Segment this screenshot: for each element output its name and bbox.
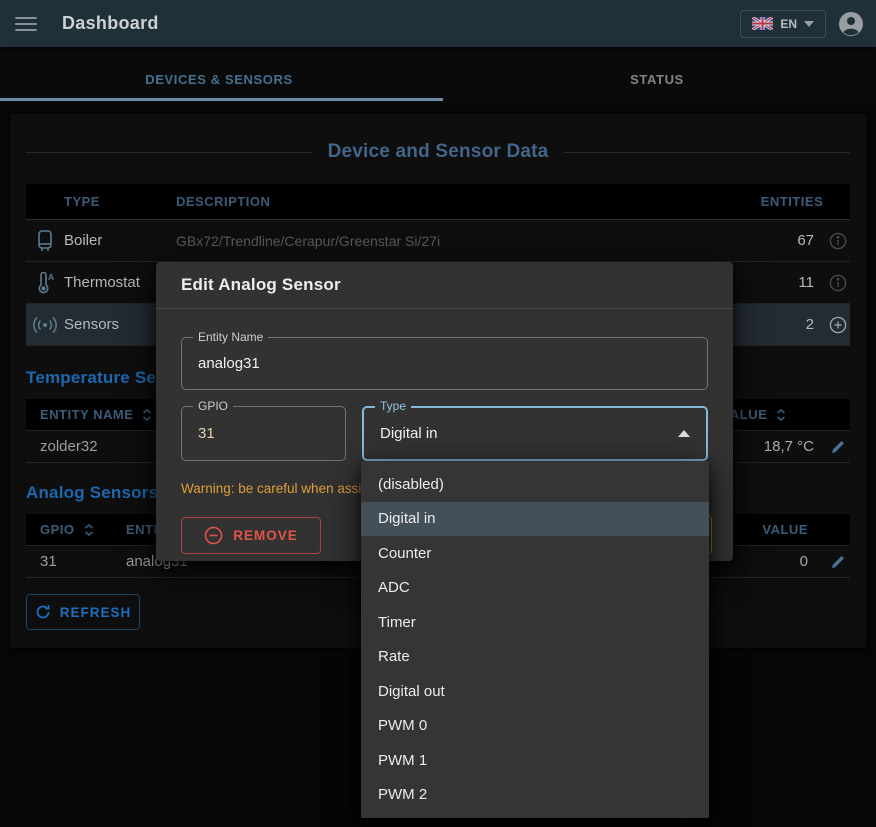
table-row-boiler[interactable]: Boiler GBx72/Trendline/Cerapur/Greenstar… xyxy=(26,220,850,262)
thermostat-icon: A xyxy=(26,272,64,294)
device-entities: 67 xyxy=(734,232,814,249)
active-tab-underline xyxy=(0,98,443,101)
device-entities: 2 xyxy=(734,316,814,333)
sensors-icon xyxy=(26,316,64,334)
boiler-icon xyxy=(26,230,64,252)
menu-item-digital-out[interactable]: Digital out xyxy=(361,674,709,709)
device-type: Boiler xyxy=(64,232,176,249)
sort-icon xyxy=(84,524,94,536)
svg-text:A: A xyxy=(48,272,54,282)
section-title-row: Device and Sensor Data xyxy=(26,114,850,166)
refresh-button[interactable]: REFRESH xyxy=(26,594,140,630)
top-app-bar: Dashboard EN xyxy=(0,0,876,47)
menu-item-timer[interactable]: Timer xyxy=(361,605,709,640)
gpio-label: GPIO xyxy=(193,399,233,413)
edit-pencil-icon[interactable] xyxy=(826,554,850,570)
menu-item-disabled[interactable]: (disabled) xyxy=(361,467,709,502)
language-label: EN xyxy=(780,17,797,31)
tab-devices-label: DEVICES & SENSORS xyxy=(145,72,292,87)
page-title: Dashboard xyxy=(62,13,159,34)
info-icon[interactable] xyxy=(826,232,850,250)
menu-item-counter[interactable]: Counter xyxy=(361,536,709,571)
col-gpio[interactable]: GPIO xyxy=(26,522,114,537)
user-avatar[interactable] xyxy=(838,11,864,37)
chevron-up-icon xyxy=(678,430,690,437)
remove-circle-icon xyxy=(204,526,223,545)
device-entities: 11 xyxy=(734,274,814,291)
col-gpio-label: GPIO xyxy=(40,522,75,537)
col-entity-name-label: ENTITY NAME xyxy=(40,407,133,422)
device-table-header: TYPE DESCRIPTION ENTITIES xyxy=(26,184,850,220)
entity-name-value: analog31 xyxy=(182,355,260,372)
tab-status-label: STATUS xyxy=(630,72,684,87)
col-entities: ENTITIES xyxy=(734,194,850,209)
menu-icon[interactable] xyxy=(15,14,41,34)
type-label: Type xyxy=(375,399,411,413)
dialog-header: Edit Analog Sensor xyxy=(156,262,733,309)
add-circle-icon[interactable] xyxy=(826,316,850,334)
menu-item-pwm1[interactable]: PWM 1 xyxy=(361,743,709,778)
menu-item-rate[interactable]: Rate xyxy=(361,640,709,675)
entity-name-label: Entity Name xyxy=(193,330,268,344)
type-select[interactable]: Type Digital in xyxy=(362,406,708,461)
col-description: DESCRIPTION xyxy=(176,194,734,209)
menu-item-pwm2[interactable]: PWM 2 xyxy=(361,778,709,813)
device-description: GBx72/Trendline/Cerapur/Greenstar Si/27i xyxy=(176,233,734,249)
uk-flag-icon xyxy=(752,17,773,30)
info-icon[interactable] xyxy=(826,274,850,292)
entity-name-field[interactable]: Entity Name analog31 xyxy=(181,337,708,390)
section-title: Device and Sensor Data xyxy=(328,141,549,163)
type-dropdown-menu: (disabled) Digital in Counter ADC Timer … xyxy=(361,461,709,818)
type-value: Digital in xyxy=(364,425,438,442)
remove-label: REMOVE xyxy=(233,528,298,543)
edit-pencil-icon[interactable] xyxy=(826,439,850,455)
language-selector[interactable]: EN xyxy=(740,10,826,38)
tab-status[interactable]: STATUS xyxy=(438,47,876,103)
tab-devices-sensors[interactable]: DEVICES & SENSORS xyxy=(0,47,438,103)
menu-item-pwm0[interactable]: PWM 0 xyxy=(361,709,709,744)
refresh-label: REFRESH xyxy=(60,605,132,620)
tab-bar: DEVICES & SENSORS STATUS xyxy=(0,47,876,103)
refresh-icon xyxy=(35,604,51,620)
gpio-value: 31 xyxy=(182,425,215,442)
menu-item-adc[interactable]: ADC xyxy=(361,571,709,606)
gpio-field[interactable]: GPIO 31 xyxy=(181,406,346,461)
dialog-title: Edit Analog Sensor xyxy=(181,275,341,295)
menu-item-digital-in[interactable]: Digital in xyxy=(361,502,709,537)
analog-gpio: 31 xyxy=(26,553,114,570)
sort-icon xyxy=(142,409,152,421)
sort-icon xyxy=(776,409,786,421)
chevron-down-icon xyxy=(804,21,814,27)
remove-button[interactable]: REMOVE xyxy=(181,517,321,554)
col-type: TYPE xyxy=(64,194,176,209)
